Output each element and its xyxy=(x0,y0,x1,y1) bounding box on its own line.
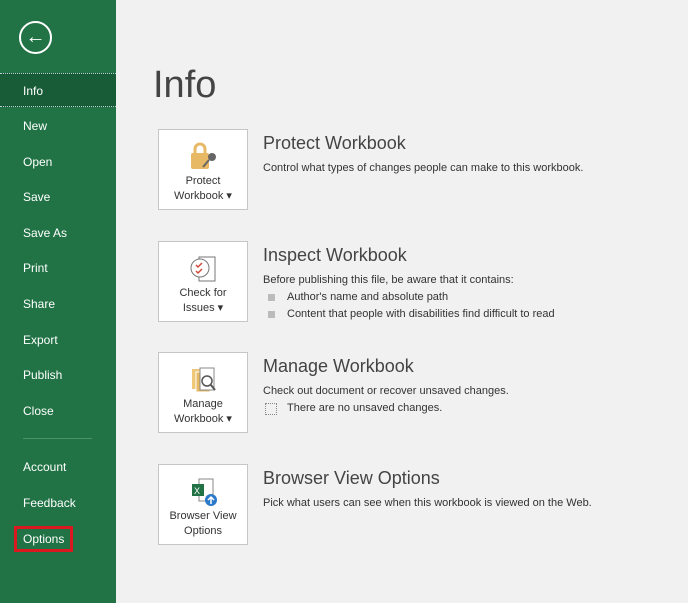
nav-print[interactable]: Print xyxy=(0,251,116,285)
unsaved-note: There are no unsaved changes. xyxy=(263,400,509,417)
section-title: Protect Workbook xyxy=(263,133,406,153)
button-label: Issues ▾ xyxy=(182,302,224,314)
protect-section: Protect Workbook Control what types of c… xyxy=(263,133,583,177)
nav-publish[interactable]: Publish xyxy=(0,358,116,392)
section-desc: Check out document or recover unsaved ch… xyxy=(263,385,509,397)
svg-text:X: X xyxy=(194,486,200,496)
section-title: Inspect Workbook xyxy=(263,245,407,265)
nav-export[interactable]: Export xyxy=(0,323,116,357)
button-label: Workbook ▾ xyxy=(174,190,232,202)
lock-key-icon xyxy=(159,140,247,174)
nav-close[interactable]: Close xyxy=(0,394,116,428)
section-desc: Control what types of changes people can… xyxy=(263,162,584,174)
page-title: Info xyxy=(153,64,217,106)
inspect-section: Inspect Workbook Before publishing this … xyxy=(263,245,555,323)
nav-open[interactable]: Open xyxy=(0,145,116,179)
back-button[interactable]: ← xyxy=(19,21,52,54)
nav-options-label: Options xyxy=(14,526,74,552)
section-title: Browser View Options xyxy=(263,468,440,488)
browser-view-options-button[interactable]: X Browser View Options xyxy=(158,464,248,545)
button-label: Protect xyxy=(185,175,221,187)
bullet-item: Author's name and absolute path xyxy=(263,289,555,306)
nav-save[interactable]: Save xyxy=(0,180,116,214)
manage-versions-icon xyxy=(159,363,247,397)
button-label: Browser View xyxy=(169,510,237,522)
note-text: There are no unsaved changes. xyxy=(287,402,443,414)
excel-web-icon: X xyxy=(159,475,247,509)
nav-options[interactable]: Options xyxy=(0,522,116,556)
nav-share[interactable]: Share xyxy=(0,287,116,321)
button-label: Check for xyxy=(179,287,227,299)
section-desc: Before publishing this file, be aware th… xyxy=(263,274,514,286)
document-icon xyxy=(265,403,277,415)
checklist-icon xyxy=(159,252,247,286)
browser-view-section: Browser View Options Pick what users can… xyxy=(263,468,592,512)
button-label: Options xyxy=(184,525,222,537)
sidebar-divider xyxy=(23,438,92,439)
button-label: Manage xyxy=(183,398,223,410)
nav-feedback[interactable]: Feedback xyxy=(0,486,116,520)
nav-new[interactable]: New xyxy=(0,109,116,143)
backstage-sidebar: ← Info New Open Save Save As Print Share… xyxy=(0,0,116,603)
manage-workbook-button[interactable]: Manage Workbook ▾ xyxy=(158,352,248,433)
button-label: Workbook ▾ xyxy=(174,413,232,425)
nav-info[interactable]: Info xyxy=(0,73,116,107)
nav-account[interactable]: Account xyxy=(0,450,116,484)
bullet-item: Content that people with disabilities fi… xyxy=(263,306,555,323)
section-title: Manage Workbook xyxy=(263,356,414,376)
section-desc: Pick what users can see when this workbo… xyxy=(263,497,592,509)
protect-workbook-button[interactable]: Protect Workbook ▾ xyxy=(158,129,248,210)
manage-section: Manage Workbook Check out document or re… xyxy=(263,356,509,417)
check-for-issues-button[interactable]: Check for Issues ▾ xyxy=(158,241,248,322)
nav-save-as[interactable]: Save As xyxy=(0,216,116,250)
back-arrow-icon: ← xyxy=(25,26,46,48)
